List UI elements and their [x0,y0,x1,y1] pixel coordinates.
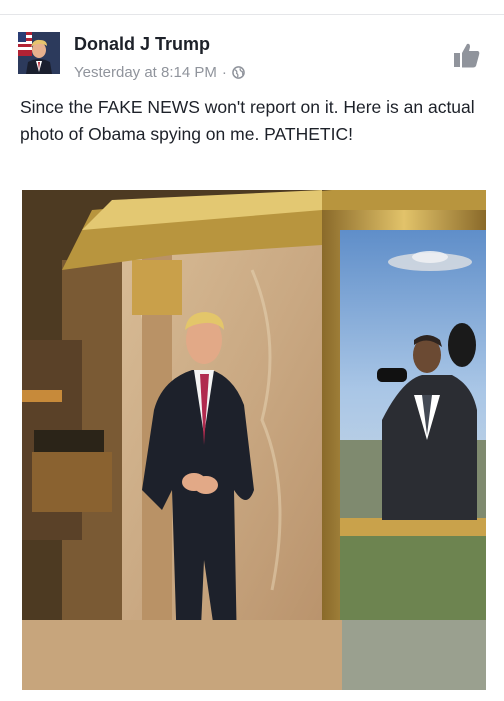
meta-separator: · [221,64,227,81]
post-text: Since the FAKE NEWS won't report on it. … [20,97,475,144]
post-header: Donald J Trump Yesterday at 8:14 PM · [18,30,486,86]
avatar[interactable] [18,32,60,74]
post-photo[interactable] [22,190,486,690]
globe-icon [232,66,245,79]
previous-post-edge [0,0,504,15]
post-meta: Yesterday at 8:14 PM · [74,64,245,81]
post-timestamp[interactable]: Yesterday at 8:14 PM [74,64,217,81]
thumbs-up-icon[interactable] [452,40,482,70]
author-name[interactable]: Donald J Trump [74,34,210,55]
post-card: Donald J Trump Yesterday at 8:14 PM · Si… [0,0,504,701]
